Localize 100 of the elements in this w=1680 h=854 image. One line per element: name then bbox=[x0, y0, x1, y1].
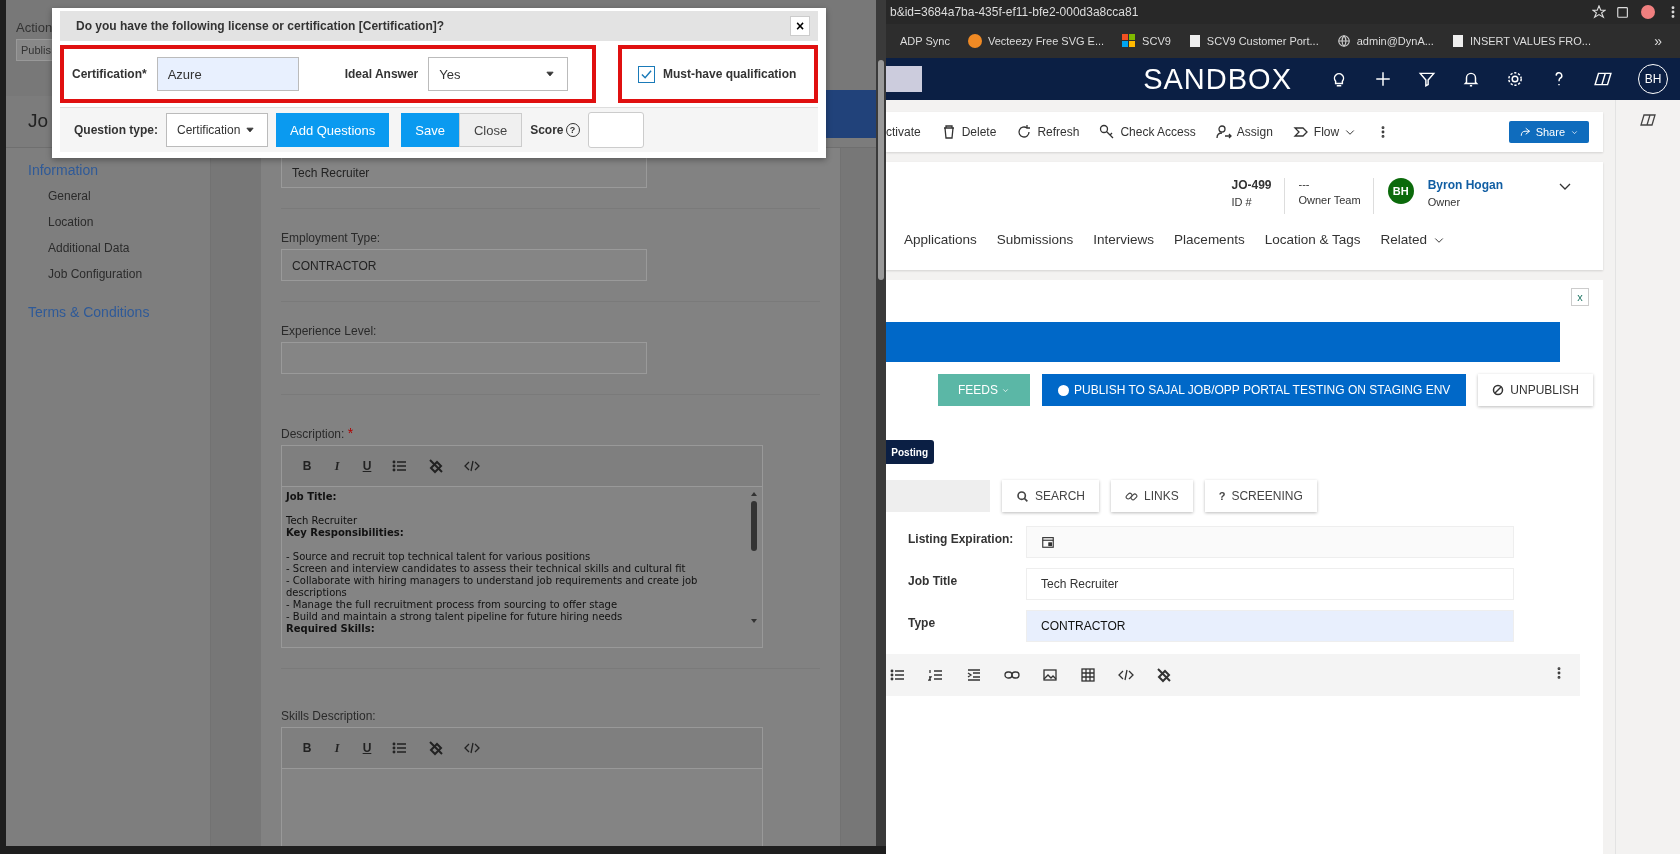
flow-icon bbox=[1292, 124, 1309, 140]
profile-icon[interactable] bbox=[1640, 4, 1656, 20]
field-label: Type bbox=[907, 615, 937, 630]
format-button[interactable]: U bbox=[362, 741, 372, 755]
bookmark[interactable]: admin@DynA... bbox=[1356, 35, 1434, 47]
ideal-answer-dropdown[interactable]: Yes bbox=[428, 57, 569, 91]
table-icon bbox=[1080, 667, 1096, 683]
text-line: Job Title: bbox=[286, 491, 338, 503]
tab[interactable]: Submissions bbox=[996, 232, 1074, 247]
input-field[interactable] bbox=[281, 342, 647, 374]
eraser-icon bbox=[428, 740, 444, 756]
publish-button[interactable]: PUBLISH TO SAJAL JOB/OPP PORTAL TESTING ON STAGING ENV bbox=[1042, 374, 1467, 406]
action-button[interactable]: LINKS bbox=[1111, 480, 1193, 512]
action-label: Action bbox=[16, 20, 53, 35]
scrollbar[interactable] bbox=[876, 0, 886, 846]
dismiss-button[interactable]: x bbox=[1571, 288, 1589, 306]
close-button[interactable]: × bbox=[790, 16, 810, 36]
share-icon bbox=[1518, 126, 1531, 138]
id-label: ID # bbox=[1231, 196, 1253, 208]
bookmark[interactable]: SCV9 Customer Port... bbox=[1206, 35, 1319, 47]
format-button[interactable]: I bbox=[332, 458, 342, 474]
prohibited-icon bbox=[1492, 384, 1505, 396]
star-icon bbox=[1592, 5, 1606, 19]
unpublish-button[interactable]: UNPUBLISH bbox=[1478, 374, 1594, 406]
tab[interactable]: Related bbox=[1380, 232, 1428, 247]
certification-field[interactable]: Azure bbox=[156, 57, 299, 91]
question-type-dropdown[interactable]: Certification bbox=[166, 113, 268, 147]
text-line: - Source and recruit top technical talent for various positions bbox=[286, 550, 592, 563]
input-field[interactable] bbox=[886, 480, 990, 512]
eraser-icon bbox=[428, 458, 444, 474]
windows-logo-icon bbox=[1122, 34, 1137, 48]
input-field[interactable]: Tech Recruiter bbox=[1026, 568, 1514, 600]
caret-down-icon bbox=[545, 69, 556, 79]
sidebar-item[interactable]: Additional Data bbox=[28, 238, 210, 264]
eraser-icon bbox=[1156, 667, 1172, 683]
format-button[interactable]: U bbox=[362, 459, 372, 473]
tab[interactable]: Location & Tags bbox=[1264, 232, 1361, 247]
action-button[interactable]: SEARCH bbox=[1002, 480, 1099, 512]
search-box[interactable] bbox=[886, 66, 922, 92]
owner-label: Owner bbox=[1427, 196, 1462, 208]
command-button[interactable]: Check Access bbox=[1120, 125, 1196, 139]
format-button[interactable]: B bbox=[302, 741, 312, 755]
code-icon bbox=[464, 740, 480, 756]
key-icon bbox=[1099, 124, 1116, 140]
score-field[interactable] bbox=[587, 112, 644, 148]
input-field[interactable]: CONTRACTOR bbox=[281, 249, 647, 281]
owner-avatar: BH bbox=[1387, 178, 1414, 204]
page-title: Jo bbox=[28, 110, 49, 131]
input-field[interactable]: CONTRACTOR bbox=[1026, 610, 1514, 642]
plus-icon bbox=[1374, 70, 1392, 88]
checkbox[interactable] bbox=[638, 65, 655, 83]
team-value: --- bbox=[1298, 178, 1311, 190]
bullet-list-icon bbox=[890, 667, 906, 683]
skills-editor[interactable]: B I U bbox=[281, 727, 763, 846]
owner-name[interactable]: Byron Hogan bbox=[1427, 178, 1503, 192]
job-title-field[interactable]: Tech Recruiter bbox=[281, 156, 647, 188]
format-button[interactable]: B bbox=[302, 459, 312, 473]
caret-down-icon bbox=[245, 125, 255, 135]
sidebar-item[interactable]: Job Configuration bbox=[28, 264, 210, 290]
bookmark[interactable]: SCV9 bbox=[1142, 35, 1171, 47]
filter-icon bbox=[1418, 70, 1436, 88]
text-line: Required Skills: bbox=[286, 623, 376, 635]
bookmark[interactable]: Vecteezy Free SVG E... bbox=[987, 35, 1105, 47]
field-label: Question type: bbox=[74, 123, 158, 137]
code-icon bbox=[1118, 667, 1134, 683]
sidebar-item[interactable]: General bbox=[28, 186, 210, 212]
extension-icon bbox=[1616, 5, 1630, 19]
share-button[interactable]: Share bbox=[1508, 121, 1589, 143]
description-editor[interactable] bbox=[281, 445, 763, 648]
tab[interactable]: Interviews bbox=[1093, 232, 1155, 247]
required-mark: * bbox=[347, 425, 354, 441]
bookmark[interactable]: INSERT VALUES FRO... bbox=[1469, 35, 1591, 47]
command-button[interactable]: Delete bbox=[961, 125, 997, 139]
dialog-question: Do you have the following license or certification [Certification]? bbox=[76, 19, 445, 33]
image-icon bbox=[1042, 667, 1058, 683]
copilot-icon bbox=[1594, 70, 1612, 88]
command-button[interactable]: Refresh bbox=[1037, 125, 1080, 139]
id-value: JO-499 bbox=[1231, 178, 1272, 192]
bookmark[interactable]: ADP Sync bbox=[900, 35, 950, 47]
command-button[interactable]: Assign bbox=[1236, 125, 1273, 139]
format-button[interactable]: I bbox=[332, 740, 342, 756]
code-icon bbox=[464, 458, 480, 474]
list-icon bbox=[392, 740, 408, 756]
question-mark-icon: ? bbox=[1218, 490, 1226, 502]
list-icon bbox=[392, 458, 408, 474]
text-line: Key Responsibilities: bbox=[286, 527, 405, 539]
sidebar-item[interactable]: Location bbox=[28, 212, 210, 238]
command-button[interactable]: ctivate bbox=[886, 125, 921, 139]
person-arrow-icon bbox=[1215, 124, 1232, 140]
command-button[interactable]: Flow bbox=[1313, 125, 1340, 139]
tab[interactable]: Placements bbox=[1174, 232, 1245, 247]
dialog-button[interactable]: Close bbox=[458, 113, 523, 147]
numbered-list-icon bbox=[928, 667, 944, 683]
action-button[interactable]: ? SCREENING bbox=[1204, 480, 1317, 512]
bell-icon bbox=[1462, 70, 1480, 88]
tab[interactable]: Applications bbox=[904, 232, 977, 247]
more-bookmarks[interactable]: » bbox=[1654, 33, 1662, 49]
text-line: Tech Recruiter bbox=[286, 514, 359, 527]
score-label: Score bbox=[530, 123, 564, 137]
checkmark-icon bbox=[641, 68, 652, 80]
